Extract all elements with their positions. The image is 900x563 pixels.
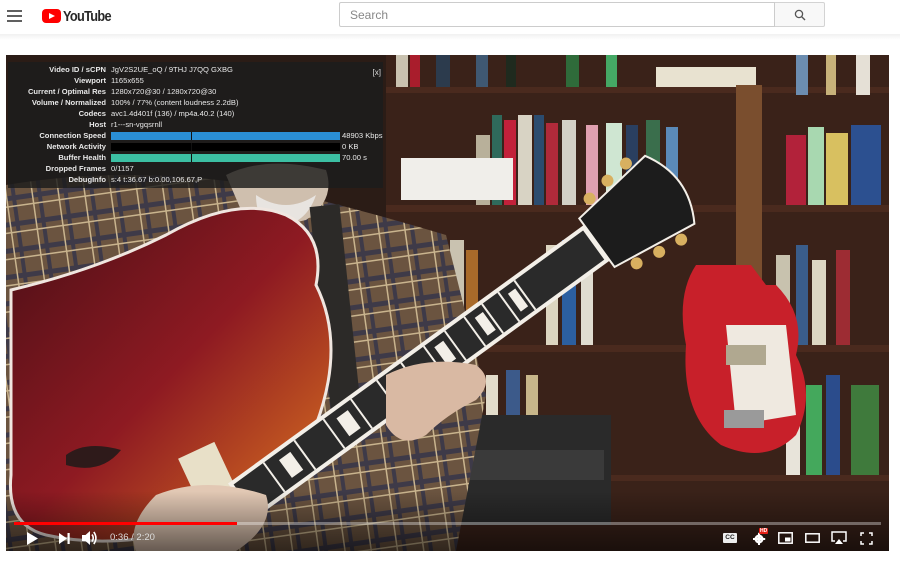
stats-label: Host — [89, 120, 106, 129]
search-icon — [794, 9, 805, 20]
progress-bar[interactable] — [14, 522, 881, 525]
search-box[interactable] — [339, 2, 775, 27]
video-player[interactable]: [x] Video ID / sCPN JgV2S2UE_oQ / 9THJ J… — [6, 55, 889, 551]
miniplayer-icon — [777, 532, 793, 544]
stats-value: r1---sn-vgqsrnll — [111, 120, 163, 129]
network-activity-bar — [111, 143, 340, 151]
stats-label: Current / Optimal Res — [27, 87, 106, 96]
youtube-play-logo-icon — [42, 9, 61, 23]
stats-row-network-activity: Network Activity 0 KB — [8, 141, 383, 152]
stats-value: 1165x655 — [111, 76, 144, 85]
buffer-health-bar — [111, 154, 340, 162]
progress-played — [14, 522, 237, 525]
masthead-divider — [0, 34, 900, 40]
stats-value: avc1.4d401f (136) / mp4a.40.2 (140) — [111, 109, 235, 118]
next-icon — [58, 532, 70, 544]
youtube-logo[interactable]: YouTube — [42, 7, 119, 25]
time-display: 0:36 / 2:20 — [110, 532, 155, 543]
stats-row-debug-info: DebugInfo s:4 t:36.67 b:0.00,106.67,P — [8, 174, 383, 185]
hamburger-menu-icon[interactable] — [7, 9, 23, 23]
stats-label: Connection Speed — [39, 131, 106, 140]
stats-row-volume: Volume / Normalized 100% / 77% (content … — [8, 97, 383, 108]
stats-value: 1280x720@30 / 1280x720@30 — [111, 87, 217, 96]
stats-for-nerds-panel: [x] Video ID / sCPN JgV2S2UE_oQ / 9THJ J… — [8, 62, 383, 188]
settings-button[interactable]: HD — [750, 528, 770, 546]
airplay-button[interactable] — [830, 530, 848, 546]
stats-label: Video ID / sCPN — [49, 65, 106, 74]
stats-row-viewport: Viewport 1165x655 — [8, 75, 383, 86]
captions-button[interactable]: CC — [722, 530, 738, 546]
stats-row-dropped-frames: Dropped Frames 0/1157 — [8, 163, 383, 174]
search-button[interactable] — [775, 2, 825, 27]
miniplayer-button[interactable] — [777, 530, 793, 546]
stats-label: Codecs — [78, 109, 106, 118]
cc-icon: CC — [723, 533, 737, 543]
stats-row-connection-speed: Connection Speed 48903 Kbps — [8, 130, 383, 141]
theater-mode-button[interactable] — [803, 530, 821, 546]
stats-label: Dropped Frames — [45, 164, 106, 173]
stats-value: 70.00 s — [342, 153, 367, 162]
stats-value: JgV2S2UE_oQ / 9THJ J7QQ GXBG — [111, 65, 233, 74]
stats-value: 0 KB — [342, 142, 359, 151]
stats-row-buffer-health: Buffer Health 70.00 s — [8, 152, 383, 163]
connection-speed-bar — [111, 132, 340, 140]
fullscreen-icon — [859, 531, 873, 545]
stats-value: 0/1157 — [111, 164, 134, 173]
logo-text: YouTube — [63, 7, 112, 25]
stats-row-codecs: Codecs avc1.4d401f (136) / mp4a.40.2 (14… — [8, 108, 383, 119]
airplay-icon — [831, 531, 847, 544]
stats-row-host: Host r1---sn-vgqsrnll — [8, 119, 383, 130]
stats-label: Buffer Health — [58, 153, 106, 162]
stats-label: Volume / Normalized — [31, 98, 106, 107]
play-button[interactable] — [24, 530, 40, 546]
fullscreen-button[interactable] — [858, 530, 874, 546]
mute-button[interactable] — [81, 530, 99, 546]
stats-value: s:4 t:36.67 b:0.00,106.67,P — [111, 175, 203, 184]
next-button[interactable] — [56, 530, 72, 546]
search-input[interactable] — [340, 3, 774, 26]
play-icon — [27, 531, 38, 545]
stats-value: 48903 Kbps — [342, 131, 383, 140]
stats-row-video-id: Video ID / sCPN JgV2S2UE_oQ / 9THJ J7QQ … — [8, 64, 383, 75]
masthead: YouTube — [0, 0, 900, 34]
stats-label: Network Activity — [46, 142, 106, 151]
volume-icon — [82, 531, 97, 545]
stats-value: 100% / 77% (content loudness 2.2dB) — [111, 98, 239, 107]
stats-row-resolution: Current / Optimal Res 1280x720@30 / 1280… — [8, 86, 383, 97]
hd-badge: HD — [759, 528, 769, 534]
stats-label: DebugInfo — [68, 175, 106, 184]
theater-mode-icon — [804, 533, 820, 543]
stats-label: Viewport — [74, 76, 106, 85]
